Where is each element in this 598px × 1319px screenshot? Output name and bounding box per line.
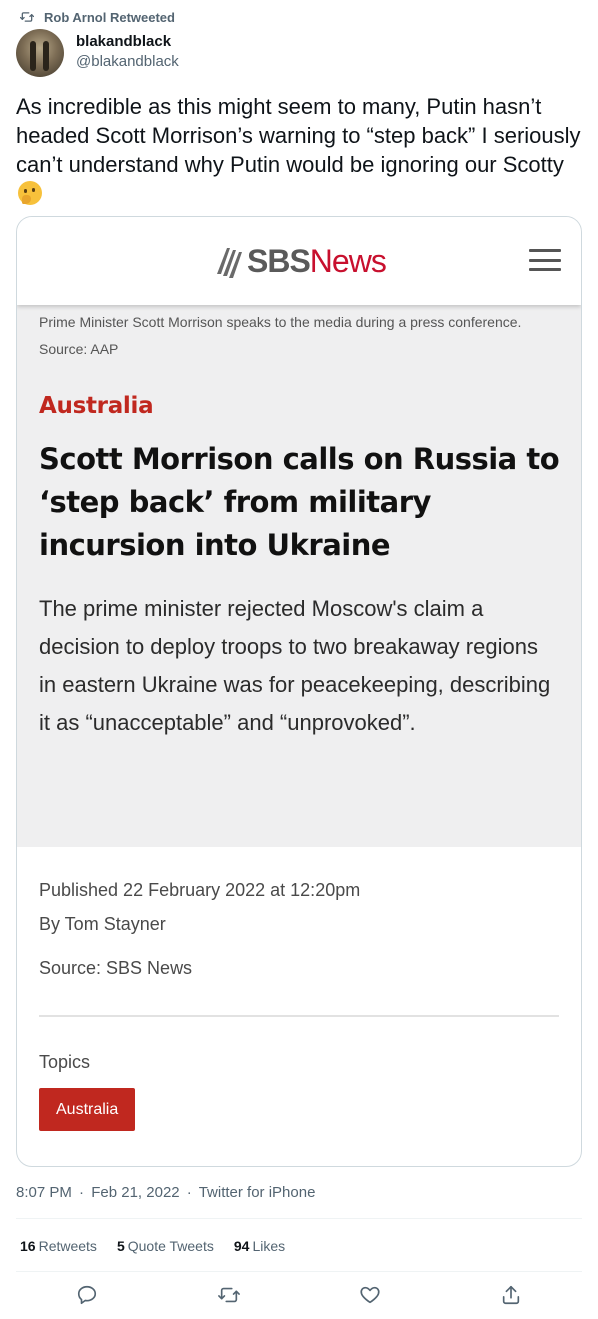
retweets-stat[interactable]: 16 Retweets bbox=[20, 1238, 97, 1254]
retweet-icon[interactable] bbox=[218, 1284, 240, 1306]
article-headline[interactable]: Scott Morrison calls on Russia to ‘step … bbox=[39, 438, 569, 567]
sbs-swoosh-icon bbox=[217, 247, 242, 278]
logo-news-text: News bbox=[309, 243, 387, 279]
tweet-text-body: As incredible as this might seem to many… bbox=[16, 94, 581, 177]
quote-tweets-stat[interactable]: 5 Quote Tweets bbox=[117, 1238, 214, 1254]
tweet-timestamp[interactable]: 8:07 PM · Feb 21, 2022 · Twitter for iPh… bbox=[16, 1184, 315, 1201]
tweet-stats: 16 Retweets 5 Quote Tweets 94 Likes bbox=[20, 1238, 285, 1254]
retweet-icon bbox=[20, 12, 34, 22]
like-icon[interactable] bbox=[359, 1284, 381, 1306]
tweet-date: Feb 21, 2022 bbox=[91, 1184, 180, 1201]
user-handle[interactable]: @blakandblack bbox=[76, 52, 179, 72]
published-date: Published 22 February 2022 at 12:20pm bbox=[39, 880, 361, 900]
display-name[interactable]: blakandblack bbox=[76, 32, 179, 52]
image-caption: Prime Minister Scott Morrison speaks to … bbox=[39, 314, 522, 357]
article-lead bbox=[17, 305, 581, 847]
article-standfirst: The prime minister rejected Moscow's cla… bbox=[39, 596, 551, 735]
section-label[interactable]: Australia bbox=[39, 393, 154, 419]
likes-stat[interactable]: 94 Likes bbox=[234, 1238, 285, 1254]
tweet-text: As incredible as this might seem to many… bbox=[16, 92, 586, 208]
topics-label: Topics bbox=[39, 1052, 91, 1072]
topic-badge-australia[interactable]: Australia bbox=[39, 1088, 136, 1131]
retweet-context[interactable]: Rob Arnol Retweeted bbox=[20, 8, 175, 26]
retweet-context-label: Rob Arnol Retweeted bbox=[44, 9, 175, 25]
divider bbox=[16, 1218, 582, 1219]
logo-sbs-text: SBS bbox=[247, 243, 311, 279]
divider bbox=[39, 1015, 559, 1017]
reply-icon[interactable] bbox=[76, 1284, 98, 1306]
avatar[interactable] bbox=[16, 29, 64, 77]
sbs-news-logo[interactable]: SBS News bbox=[213, 243, 387, 280]
tweet-actions bbox=[0, 1282, 598, 1312]
share-icon[interactable] bbox=[500, 1284, 522, 1306]
article-source: Source: SBS News bbox=[39, 958, 193, 978]
meta-separator: · bbox=[186, 1184, 192, 1201]
thinking-face-emoji bbox=[18, 181, 42, 205]
sbs-header: SBS News bbox=[17, 217, 581, 305]
link-card[interactable]: SBS News Prime Minister Scott Morrison s… bbox=[16, 216, 582, 1167]
hamburger-menu-icon[interactable] bbox=[529, 249, 561, 271]
tweet-client[interactable]: Twitter for iPhone bbox=[199, 1184, 316, 1201]
meta-separator: · bbox=[79, 1184, 85, 1201]
tweet-author[interactable]: blakandblack @blakandblack bbox=[16, 29, 179, 77]
divider bbox=[16, 1271, 582, 1272]
tweet-time: 8:07 PM bbox=[16, 1184, 72, 1201]
article-byline: By Tom Stayner bbox=[39, 914, 166, 934]
